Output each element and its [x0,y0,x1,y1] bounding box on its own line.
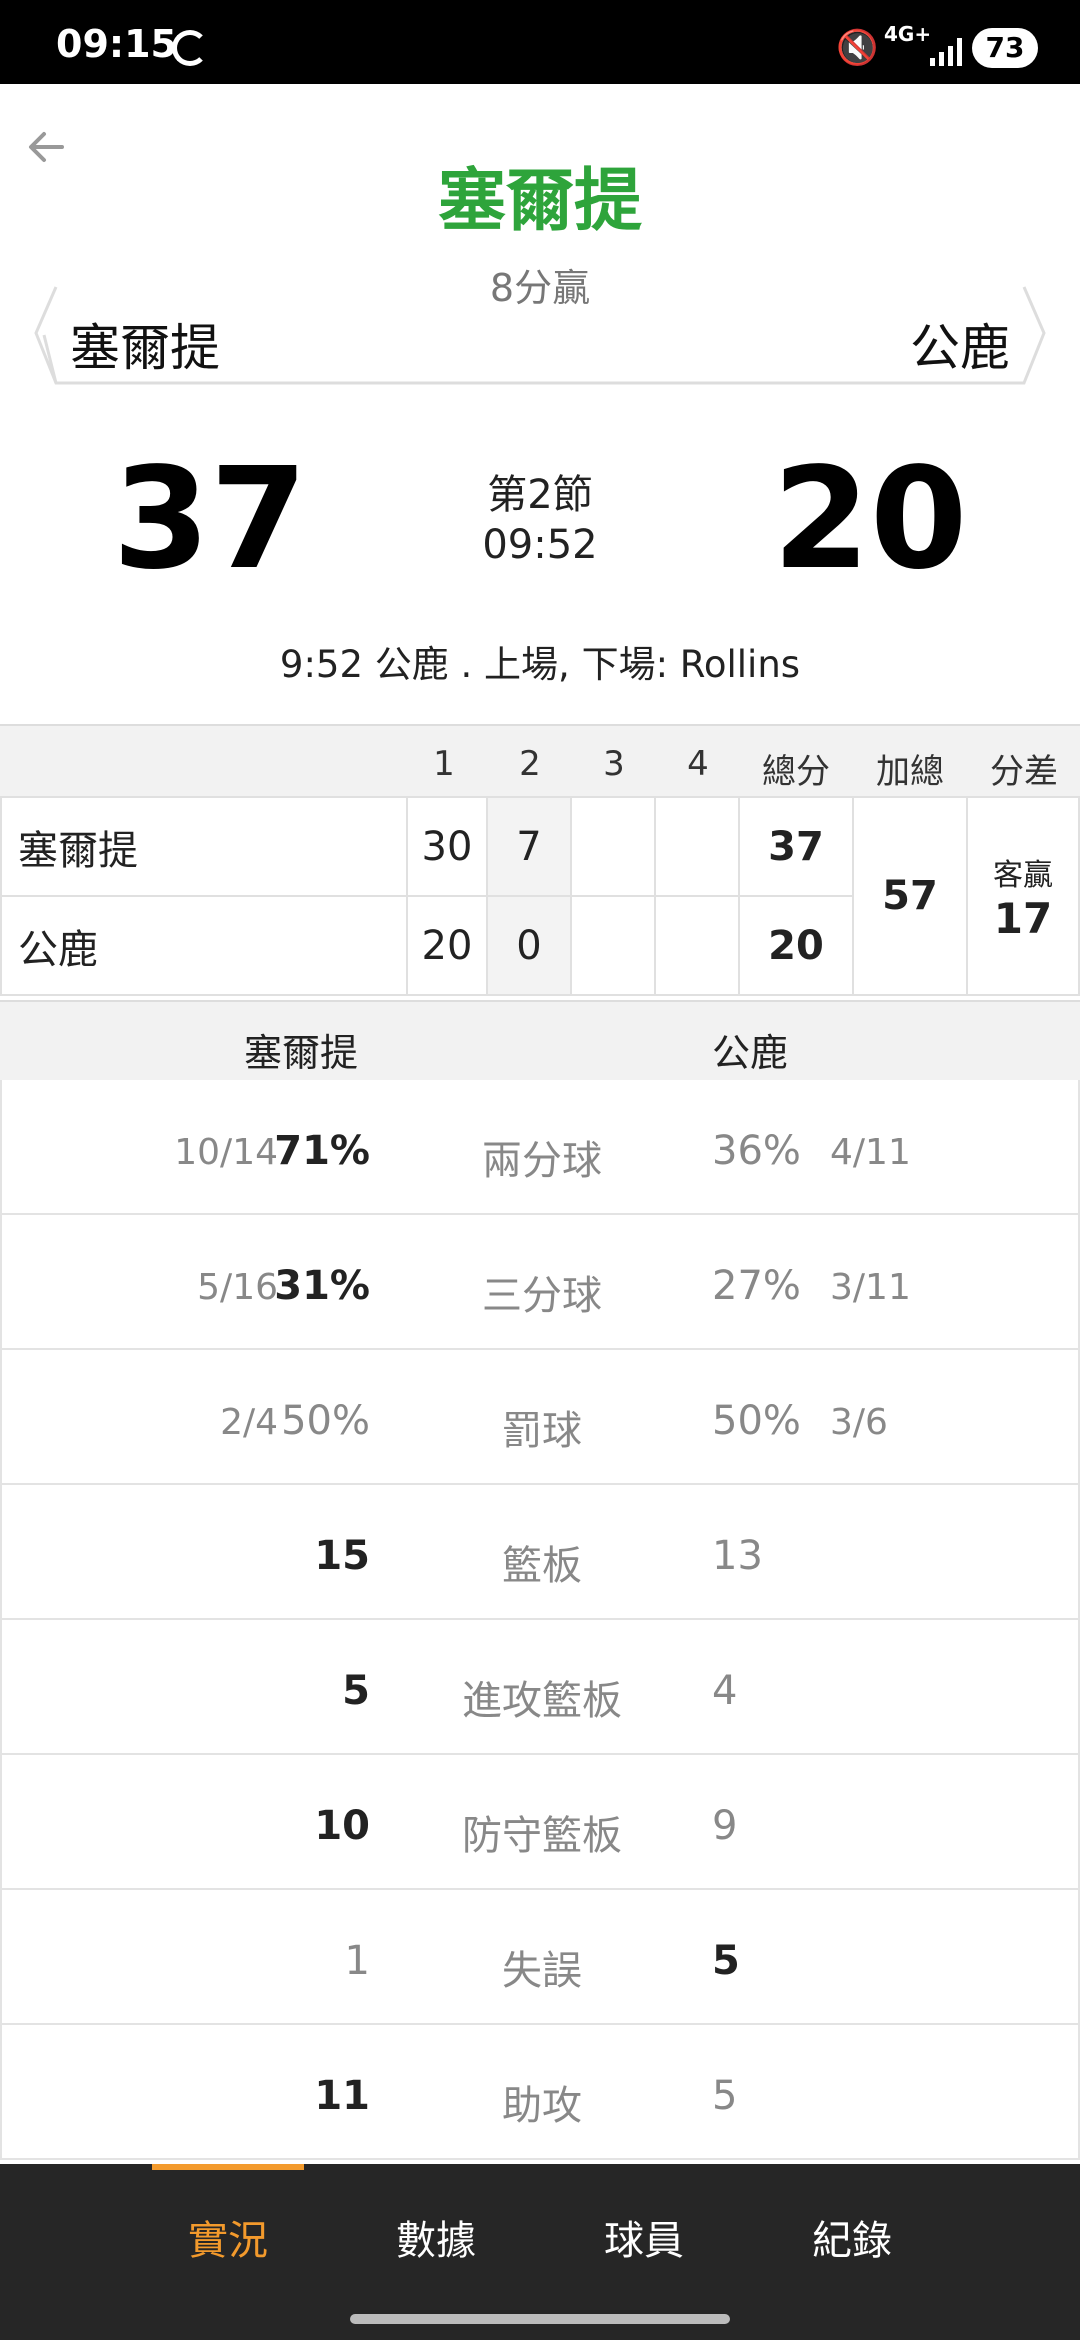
stat-label: 罰球 [502,1408,582,1454]
away-stat-value: 5 [712,2073,738,2119]
last-play-text: 9:52 公鹿 . 上場, 下場: Rollins [279,643,801,686]
stat-label: 兩分球 [482,1138,602,1184]
winner-title: 塞爾提 [437,162,642,241]
away-stat-value: 13 [712,1533,763,1579]
diff-header: 分差 [990,752,1058,792]
period-label: 第2節 [487,472,593,518]
away-team-name[interactable]: 公鹿 [910,308,1010,380]
home-stat-value: 5 [342,1668,370,1714]
home-stat-value: 11 [314,2073,370,2119]
stat-label: 助攻 [502,2083,582,2129]
stat-label: 進攻籃板 [462,1678,622,1724]
table-cell-q3 [570,796,656,897]
home-stat-value: 15 [314,1533,370,1579]
stat-label: 三分球 [482,1273,602,1319]
home-stat-value: 1 [344,1938,370,1984]
stat-row: 1 失誤 5 [0,1890,1080,2025]
away-stat-value: 36% [712,1128,801,1174]
quarter-table: 塞爾提 30 7 37 公鹿 20 0 20 57 客贏 17 [0,796,1080,998]
table-row-team: 塞爾提 [0,796,408,897]
stat-row: 10/14 71% 兩分球 36% 4/11 [0,1080,1080,1215]
combined-total: 57 [852,796,968,996]
away-stat-fraction: 4/11 [830,1132,911,1173]
table-cell-q1: 30 [406,796,488,897]
stat-row: 2/4 50% 罰球 50% 3/6 [0,1350,1080,1485]
table-cell-q1: 20 [406,895,488,996]
table-cell-total: 37 [738,796,854,897]
away-score: 20 [772,438,968,601]
teams-bar: 塞爾提 公鹿 [24,285,1056,389]
quarter-header-4: 4 [687,744,709,784]
home-indicator[interactable] [350,2314,730,2324]
tab-live[interactable]: 實況 [128,2208,328,2266]
home-stat-value: 71% [274,1128,370,1174]
home-team-name[interactable]: 塞爾提 [70,308,220,380]
away-stat-value: 27% [712,1263,801,1309]
table-cell-total: 20 [738,895,854,996]
away-stat-value: 5 [712,1938,740,1984]
table-cell-q3 [570,895,656,996]
active-tab-indicator [152,2164,304,2170]
stat-row: 15 籃板 13 [0,1485,1080,1620]
sync-icon [172,30,208,66]
stats-header: 塞爾提 公鹿 [0,1000,1080,1080]
away-stat-value: 4 [712,1668,738,1714]
stat-row: 10 防守籃板 9 [0,1755,1080,1890]
stats-away-team: 公鹿 [712,1031,789,1075]
status-time: 09:15 [56,22,177,66]
signal-icon [930,36,966,66]
stats-home-team: 塞爾提 [244,1031,359,1075]
home-stat-fraction: 10/14 [174,1132,278,1173]
stat-row: 11 助攻 5 [0,2025,1080,2160]
stat-row: 5/16 31% 三分球 27% 3/11 [0,1215,1080,1350]
quarter-header-1: 1 [433,744,455,784]
home-score: 37 [112,438,308,601]
stat-row: 5 進攻籃板 4 [0,1620,1080,1755]
home-stat-value: 50% [281,1398,370,1444]
tab-records[interactable]: 紀錄 [752,2208,952,2266]
quarter-header-2: 2 [519,744,541,784]
quarter-table-header: 1 2 3 4 總分 加總 分差 [0,724,1080,796]
table-cell-q4 [654,895,740,996]
total-header: 總分 [762,752,830,792]
point-diff-label: 客贏 [993,857,1053,893]
network-type: 4G+ [884,22,932,46]
away-stat-value: 9 [712,1803,738,1849]
home-stat-value: 10 [314,1803,370,1849]
table-row-team: 公鹿 [0,895,408,996]
home-stat-fraction: 2/4 [220,1402,278,1443]
stat-label: 防守籃板 [462,1813,622,1859]
status-bar: 09:15 🔇 4G+ 73 [0,0,1080,84]
bottom-nav: 實況 數據 球員 紀錄 [0,2164,1080,2340]
away-stat-value: 50% [712,1398,801,1444]
tab-players[interactable]: 球員 [544,2208,744,2266]
table-cell-q2: 7 [486,796,572,897]
quarter-header-3: 3 [603,744,625,784]
stat-label: 失誤 [502,1948,582,1994]
point-diff: 客贏 17 [966,796,1080,996]
mute-icon: 🔇 [836,28,879,68]
table-cell-q2: 0 [486,895,572,996]
away-stat-fraction: 3/6 [830,1402,888,1443]
battery-indicator: 73 [972,28,1038,68]
game-clock: 09:52 [482,522,598,568]
tab-stats[interactable]: 數據 [336,2208,536,2266]
table-cell-q4 [654,796,740,897]
stat-label: 籃板 [502,1543,582,1589]
away-stat-fraction: 3/11 [830,1267,911,1308]
point-diff-value: 17 [993,893,1053,943]
sum-header: 加總 [876,752,944,792]
home-stat-value: 31% [274,1263,370,1309]
home-stat-fraction: 5/16 [197,1267,278,1308]
